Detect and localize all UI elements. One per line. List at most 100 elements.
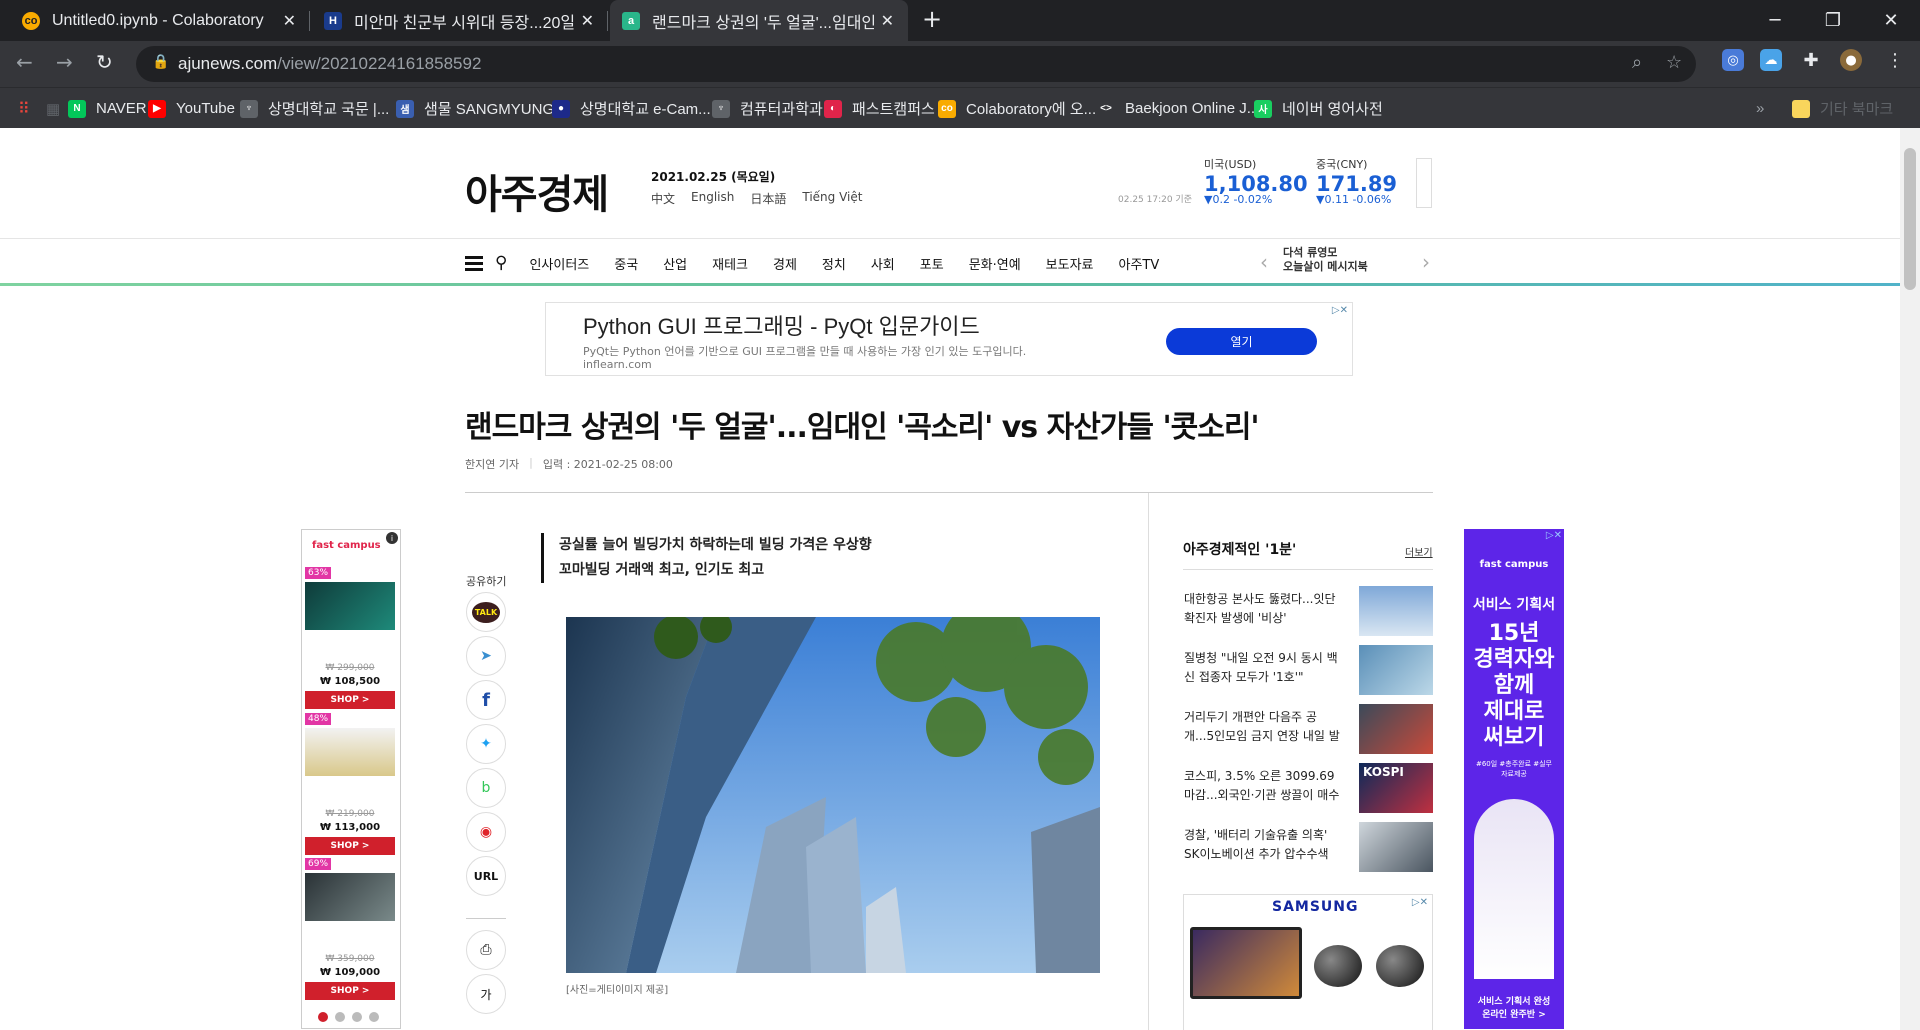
menu-dots-icon[interactable]: ⋮ (1884, 49, 1906, 71)
ad-open-button[interactable]: 열기 (1166, 328, 1317, 355)
star-icon[interactable]: ☆ (1666, 52, 1682, 73)
bookmark-item[interactable]: ◐ 패스트캠퍼스 (824, 88, 935, 129)
puzzle-icon[interactable]: ✚ (1800, 49, 1822, 71)
bookmark-item[interactable]: ♆ 상명대학교 국문 |... (240, 88, 389, 129)
news-thumbnail[interactable] (1359, 586, 1433, 636)
print-icon[interactable]: ⎙ (466, 930, 506, 970)
hamburger-icon[interactable] (465, 255, 483, 271)
info-icon[interactable]: i (386, 532, 398, 544)
band-share-icon[interactable]: b (466, 768, 506, 808)
lang-english[interactable]: English (691, 190, 734, 207)
menu-item[interactable]: 포토 (920, 254, 944, 273)
adchoices-icon[interactable]: ▷✕ (1412, 897, 1428, 908)
menu-item[interactable]: 재테크 (712, 254, 748, 273)
carousel-dots[interactable] (318, 1012, 379, 1022)
font-size-button[interactable]: 가 (466, 974, 506, 1014)
chevron-left-icon[interactable]: ‹ (1260, 250, 1268, 274)
news-title[interactable]: 거리두기 개편안 다음주 공개...5인모임 금지 연장 내일 발표 (1184, 708, 1344, 748)
news-thumbnail[interactable] (1359, 645, 1433, 695)
tab-myanmar[interactable]: H 미안마 친군부 시위대 등장...20일 ✕ (312, 0, 608, 41)
telegram-share-icon[interactable]: ➤ (466, 636, 506, 676)
news-title[interactable]: 대한항공 본사도 뚫렸다...잇단 확진자 발생에 '비상' (1184, 590, 1344, 630)
bookmark-item[interactable]: <> Baekjoon Online J... (1097, 88, 1259, 129)
search-icon[interactable]: ⚲ (495, 253, 507, 273)
left-side-ad[interactable]: fast campus i 63% ₩ 299,000 ₩ 108,500 SH… (301, 529, 401, 1029)
url-copy-button[interactable]: URL (466, 856, 506, 896)
menu-item[interactable]: 사회 (871, 254, 895, 273)
reload-icon[interactable]: ↻ (96, 50, 113, 74)
menu-item[interactable]: 인사이터즈 (529, 254, 589, 273)
menu-item[interactable]: 문화·연예 (969, 254, 1021, 273)
zoom-icon[interactable]: ⌕ (1632, 52, 1642, 73)
tab-colab[interactable]: co Untitled0.ipynb - Colaboratory ✕ (10, 0, 310, 41)
news-title[interactable]: 코스피, 3.5% 오른 3099.69 마감...외국인·기관 쌍끌이 매수 (1184, 767, 1344, 807)
news-thumbnail[interactable] (1359, 704, 1433, 754)
lang-chinese[interactable]: 中文 (651, 190, 675, 207)
other-bookmarks[interactable]: 기타 북마크 (1792, 88, 1893, 129)
minimize-icon[interactable]: ─ (1746, 0, 1804, 41)
right-side-ad[interactable]: fast campus 서비스 기획서 15년 경력자와 함께 제대로 써보기 … (1464, 529, 1564, 1029)
bookmark-item[interactable]: N NAVER (68, 88, 147, 129)
lang-vietnamese[interactable]: Tiếng Việt (802, 190, 862, 207)
menu-item[interactable]: 정치 (822, 254, 846, 273)
fx-scroll-control[interactable] (1416, 158, 1432, 208)
book-promo[interactable]: 다석 류영모 오늘살이 메시지북 (1283, 246, 1395, 282)
samsung-ad[interactable]: SAMSUNG ▷✕ (1183, 894, 1433, 1030)
news-title[interactable]: 경찰, '배터리 기술유출 의혹' SK이노베이션 추가 압수수색 (1184, 826, 1344, 866)
top-banner-ad[interactable]: Python GUI 프로그래밍 - PyQt 입문가이드 PyQt는 Pyth… (545, 302, 1353, 376)
url-text[interactable]: ajunews.com/view/20210224161858592 (178, 54, 481, 74)
apps-icon[interactable]: ⠿ (18, 88, 30, 129)
tab-ajunews[interactable]: a 랜드마크 상권의 '두 얼굴'...임대인 ✕ (610, 0, 908, 41)
close-icon[interactable]: ✕ (283, 11, 296, 31)
scrollbar[interactable] (1900, 128, 1920, 1030)
bookmarks-overflow[interactable]: » (1756, 88, 1764, 129)
news-item[interactable]: 대한항공 본사도 뚫렸다...잇단 확진자 발생에 '비상' (1184, 586, 1434, 636)
bookmark-item[interactable]: ▶ YouTube (148, 88, 235, 129)
close-icon[interactable]: ✕ (881, 11, 894, 31)
extension-icon[interactable]: ◎ (1722, 49, 1744, 71)
bookmark-item[interactable]: 샘 샘물 SANGMYUNG... (396, 88, 567, 129)
ad-footer[interactable]: 서비스 기획서 완성 온라인 완주반 > (1464, 994, 1564, 1020)
shop-button[interactable]: SHOP > (305, 691, 395, 709)
news-thumbnail[interactable]: KOSPI (1359, 763, 1433, 813)
news-thumbnail[interactable] (1359, 822, 1433, 872)
news-title[interactable]: 질병청 "내일 오전 9시 동시 백신 접종자 모두가 '1호'" (1184, 649, 1344, 689)
site-logo[interactable]: 아주경제 (465, 162, 609, 220)
news-item[interactable]: 코스피, 3.5% 오른 3099.69 마감...외국인·기관 쌍끌이 매수 … (1184, 763, 1434, 813)
bookmark-item[interactable]: ● 상명대학교 e-Cam... (552, 88, 711, 129)
menu-item[interactable]: 경제 (773, 254, 797, 273)
weibo-share-icon[interactable]: ◉ (466, 812, 506, 852)
menu-item[interactable]: 보도자료 (1046, 254, 1094, 273)
shop-button[interactable]: SHOP > (305, 982, 395, 1000)
author[interactable]: 한지연 기자 (465, 456, 519, 472)
more-link[interactable]: 더보기 (1405, 544, 1433, 559)
shop-button[interactable]: SHOP > (305, 837, 395, 855)
bookmark-item[interactable]: 사 네이버 영어사전 (1254, 88, 1383, 129)
scrollbar-thumb[interactable] (1904, 148, 1916, 290)
news-item[interactable]: 경찰, '배터리 기술유출 의혹' SK이노베이션 추가 압수수색 (1184, 822, 1434, 872)
forward-icon[interactable]: → (56, 50, 73, 74)
maximize-icon[interactable]: ❐ (1804, 0, 1862, 41)
chevron-right-icon[interactable]: › (1422, 250, 1430, 274)
new-tab-button[interactable]: + (922, 5, 942, 33)
adchoices-icon[interactable]: ▷✕ (1546, 530, 1562, 541)
bookmark-folder-icon[interactable]: ▦ (46, 88, 60, 129)
twitter-share-icon[interactable]: ✦ (466, 724, 506, 764)
menu-item[interactable]: 산업 (663, 254, 687, 273)
cloud-icon[interactable]: ☁ (1760, 49, 1782, 71)
close-icon[interactable]: ✕ (581, 11, 594, 31)
kakaotalk-share-icon[interactable]: TALK (466, 592, 506, 632)
back-icon[interactable]: ← (16, 50, 33, 74)
avatar[interactable]: ● (1840, 49, 1862, 71)
menu-item[interactable]: 중국 (614, 254, 638, 273)
lang-japanese[interactable]: 日本語 (750, 190, 786, 207)
menu-item[interactable]: 아주TV (1119, 254, 1160, 273)
news-item[interactable]: 질병청 "내일 오전 9시 동시 백신 접종자 모두가 '1호'" (1184, 645, 1434, 695)
close-window-icon[interactable]: ✕ (1862, 0, 1920, 41)
adchoices-icon[interactable]: ▷✕ (1332, 305, 1348, 316)
news-item[interactable]: 거리두기 개편안 다음주 공개...5인모임 금지 연장 내일 발표 (1184, 704, 1434, 754)
bookmark-item[interactable]: ♆ 컴퓨터과학과 (712, 88, 823, 129)
bookmark-item[interactable]: co Colaboratory에 오... (938, 88, 1096, 129)
facebook-share-icon[interactable]: f (466, 680, 506, 720)
address-bar[interactable]: 🔒 ajunews.com/view/20210224161858592 ⌕ ☆ (136, 46, 1696, 82)
